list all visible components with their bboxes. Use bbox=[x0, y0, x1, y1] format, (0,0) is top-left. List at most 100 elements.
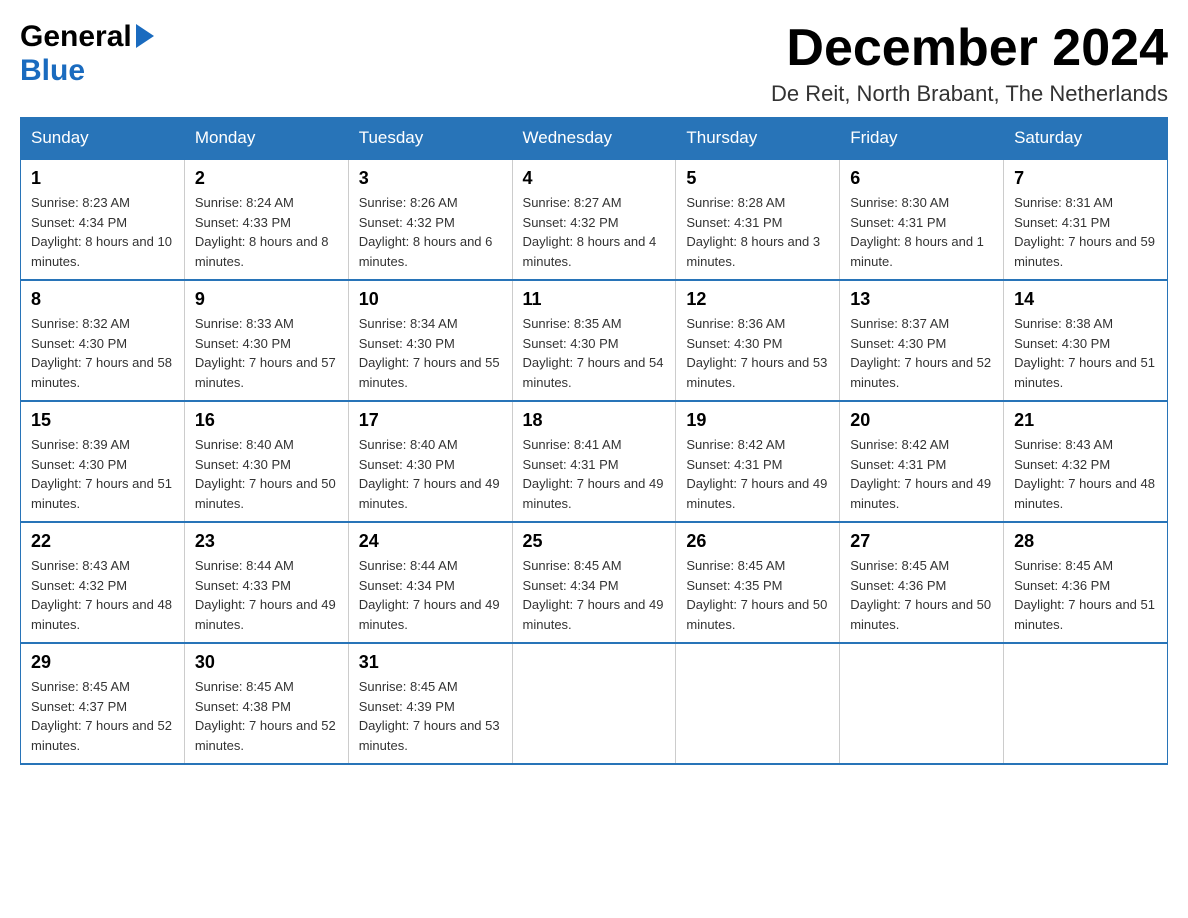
day-cell: 26 Sunrise: 8:45 AMSunset: 4:35 PMDaylig… bbox=[676, 522, 840, 643]
day-info: Sunrise: 8:31 AMSunset: 4:31 PMDaylight:… bbox=[1014, 195, 1155, 269]
header-tuesday: Tuesday bbox=[348, 118, 512, 160]
day-info: Sunrise: 8:45 AMSunset: 4:34 PMDaylight:… bbox=[523, 558, 664, 632]
day-number: 7 bbox=[1014, 168, 1157, 189]
day-cell: 1 Sunrise: 8:23 AMSunset: 4:34 PMDayligh… bbox=[21, 159, 185, 280]
day-cell: 27 Sunrise: 8:45 AMSunset: 4:36 PMDaylig… bbox=[840, 522, 1004, 643]
day-number: 16 bbox=[195, 410, 338, 431]
day-info: Sunrise: 8:44 AMSunset: 4:33 PMDaylight:… bbox=[195, 558, 336, 632]
day-cell: 25 Sunrise: 8:45 AMSunset: 4:34 PMDaylig… bbox=[512, 522, 676, 643]
day-number: 18 bbox=[523, 410, 666, 431]
day-info: Sunrise: 8:45 AMSunset: 4:36 PMDaylight:… bbox=[850, 558, 991, 632]
day-info: Sunrise: 8:45 AMSunset: 4:38 PMDaylight:… bbox=[195, 679, 336, 753]
day-number: 24 bbox=[359, 531, 502, 552]
day-info: Sunrise: 8:45 AMSunset: 4:35 PMDaylight:… bbox=[686, 558, 827, 632]
day-info: Sunrise: 8:32 AMSunset: 4:30 PMDaylight:… bbox=[31, 316, 172, 390]
day-info: Sunrise: 8:23 AMSunset: 4:34 PMDaylight:… bbox=[31, 195, 172, 269]
day-info: Sunrise: 8:39 AMSunset: 4:30 PMDaylight:… bbox=[31, 437, 172, 511]
day-cell: 16 Sunrise: 8:40 AMSunset: 4:30 PMDaylig… bbox=[184, 401, 348, 522]
day-cell bbox=[840, 643, 1004, 764]
day-cell: 18 Sunrise: 8:41 AMSunset: 4:31 PMDaylig… bbox=[512, 401, 676, 522]
day-info: Sunrise: 8:45 AMSunset: 4:39 PMDaylight:… bbox=[359, 679, 500, 753]
day-cell: 13 Sunrise: 8:37 AMSunset: 4:30 PMDaylig… bbox=[840, 280, 1004, 401]
location-title: De Reit, North Brabant, The Netherlands bbox=[771, 81, 1168, 107]
day-cell: 6 Sunrise: 8:30 AMSunset: 4:31 PMDayligh… bbox=[840, 159, 1004, 280]
day-cell: 14 Sunrise: 8:38 AMSunset: 4:30 PMDaylig… bbox=[1004, 280, 1168, 401]
logo-general: General bbox=[20, 20, 132, 54]
day-info: Sunrise: 8:24 AMSunset: 4:33 PMDaylight:… bbox=[195, 195, 329, 269]
day-number: 19 bbox=[686, 410, 829, 431]
day-number: 23 bbox=[195, 531, 338, 552]
day-number: 12 bbox=[686, 289, 829, 310]
day-number: 21 bbox=[1014, 410, 1157, 431]
header-thursday: Thursday bbox=[676, 118, 840, 160]
day-number: 25 bbox=[523, 531, 666, 552]
title-area: December 2024 De Reit, North Brabant, Th… bbox=[771, 20, 1168, 107]
day-info: Sunrise: 8:28 AMSunset: 4:31 PMDaylight:… bbox=[686, 195, 820, 269]
day-info: Sunrise: 8:45 AMSunset: 4:37 PMDaylight:… bbox=[31, 679, 172, 753]
day-cell: 10 Sunrise: 8:34 AMSunset: 4:30 PMDaylig… bbox=[348, 280, 512, 401]
day-info: Sunrise: 8:35 AMSunset: 4:30 PMDaylight:… bbox=[523, 316, 664, 390]
day-number: 31 bbox=[359, 652, 502, 673]
day-cell: 11 Sunrise: 8:35 AMSunset: 4:30 PMDaylig… bbox=[512, 280, 676, 401]
header-friday: Friday bbox=[840, 118, 1004, 160]
logo: General Blue bbox=[20, 20, 154, 88]
day-info: Sunrise: 8:33 AMSunset: 4:30 PMDaylight:… bbox=[195, 316, 336, 390]
day-number: 22 bbox=[31, 531, 174, 552]
day-cell: 17 Sunrise: 8:40 AMSunset: 4:30 PMDaylig… bbox=[348, 401, 512, 522]
day-cell: 24 Sunrise: 8:44 AMSunset: 4:34 PMDaylig… bbox=[348, 522, 512, 643]
header-sunday: Sunday bbox=[21, 118, 185, 160]
day-cell: 9 Sunrise: 8:33 AMSunset: 4:30 PMDayligh… bbox=[184, 280, 348, 401]
week-row-2: 8 Sunrise: 8:32 AMSunset: 4:30 PMDayligh… bbox=[21, 280, 1168, 401]
day-number: 17 bbox=[359, 410, 502, 431]
day-info: Sunrise: 8:45 AMSunset: 4:36 PMDaylight:… bbox=[1014, 558, 1155, 632]
day-info: Sunrise: 8:42 AMSunset: 4:31 PMDaylight:… bbox=[850, 437, 991, 511]
day-info: Sunrise: 8:36 AMSunset: 4:30 PMDaylight:… bbox=[686, 316, 827, 390]
week-row-4: 22 Sunrise: 8:43 AMSunset: 4:32 PMDaylig… bbox=[21, 522, 1168, 643]
day-cell: 19 Sunrise: 8:42 AMSunset: 4:31 PMDaylig… bbox=[676, 401, 840, 522]
header-saturday: Saturday bbox=[1004, 118, 1168, 160]
day-info: Sunrise: 8:34 AMSunset: 4:30 PMDaylight:… bbox=[359, 316, 500, 390]
day-number: 30 bbox=[195, 652, 338, 673]
day-info: Sunrise: 8:27 AMSunset: 4:32 PMDaylight:… bbox=[523, 195, 657, 269]
day-number: 10 bbox=[359, 289, 502, 310]
day-number: 6 bbox=[850, 168, 993, 189]
day-cell: 7 Sunrise: 8:31 AMSunset: 4:31 PMDayligh… bbox=[1004, 159, 1168, 280]
day-info: Sunrise: 8:42 AMSunset: 4:31 PMDaylight:… bbox=[686, 437, 827, 511]
day-number: 14 bbox=[1014, 289, 1157, 310]
day-number: 2 bbox=[195, 168, 338, 189]
day-info: Sunrise: 8:43 AMSunset: 4:32 PMDaylight:… bbox=[31, 558, 172, 632]
day-number: 9 bbox=[195, 289, 338, 310]
day-info: Sunrise: 8:37 AMSunset: 4:30 PMDaylight:… bbox=[850, 316, 991, 390]
day-info: Sunrise: 8:38 AMSunset: 4:30 PMDaylight:… bbox=[1014, 316, 1155, 390]
logo-blue: Blue bbox=[20, 54, 85, 87]
day-number: 4 bbox=[523, 168, 666, 189]
calendar-table: SundayMondayTuesdayWednesdayThursdayFrid… bbox=[20, 117, 1168, 765]
day-cell bbox=[512, 643, 676, 764]
day-number: 15 bbox=[31, 410, 174, 431]
day-number: 27 bbox=[850, 531, 993, 552]
logo-arrow-icon bbox=[136, 24, 154, 48]
week-row-1: 1 Sunrise: 8:23 AMSunset: 4:34 PMDayligh… bbox=[21, 159, 1168, 280]
day-cell: 31 Sunrise: 8:45 AMSunset: 4:39 PMDaylig… bbox=[348, 643, 512, 764]
day-info: Sunrise: 8:40 AMSunset: 4:30 PMDaylight:… bbox=[195, 437, 336, 511]
day-cell bbox=[1004, 643, 1168, 764]
week-row-3: 15 Sunrise: 8:39 AMSunset: 4:30 PMDaylig… bbox=[21, 401, 1168, 522]
day-info: Sunrise: 8:44 AMSunset: 4:34 PMDaylight:… bbox=[359, 558, 500, 632]
header-wednesday: Wednesday bbox=[512, 118, 676, 160]
day-number: 29 bbox=[31, 652, 174, 673]
day-number: 1 bbox=[31, 168, 174, 189]
day-cell: 5 Sunrise: 8:28 AMSunset: 4:31 PMDayligh… bbox=[676, 159, 840, 280]
week-row-5: 29 Sunrise: 8:45 AMSunset: 4:37 PMDaylig… bbox=[21, 643, 1168, 764]
day-cell: 15 Sunrise: 8:39 AMSunset: 4:30 PMDaylig… bbox=[21, 401, 185, 522]
day-cell: 12 Sunrise: 8:36 AMSunset: 4:30 PMDaylig… bbox=[676, 280, 840, 401]
day-cell: 8 Sunrise: 8:32 AMSunset: 4:30 PMDayligh… bbox=[21, 280, 185, 401]
day-info: Sunrise: 8:30 AMSunset: 4:31 PMDaylight:… bbox=[850, 195, 984, 269]
page-header: General Blue December 2024 De Reit, Nort… bbox=[20, 20, 1168, 107]
day-number: 13 bbox=[850, 289, 993, 310]
day-cell: 23 Sunrise: 8:44 AMSunset: 4:33 PMDaylig… bbox=[184, 522, 348, 643]
day-cell: 22 Sunrise: 8:43 AMSunset: 4:32 PMDaylig… bbox=[21, 522, 185, 643]
day-info: Sunrise: 8:26 AMSunset: 4:32 PMDaylight:… bbox=[359, 195, 493, 269]
day-cell: 3 Sunrise: 8:26 AMSunset: 4:32 PMDayligh… bbox=[348, 159, 512, 280]
day-number: 8 bbox=[31, 289, 174, 310]
day-cell: 28 Sunrise: 8:45 AMSunset: 4:36 PMDaylig… bbox=[1004, 522, 1168, 643]
